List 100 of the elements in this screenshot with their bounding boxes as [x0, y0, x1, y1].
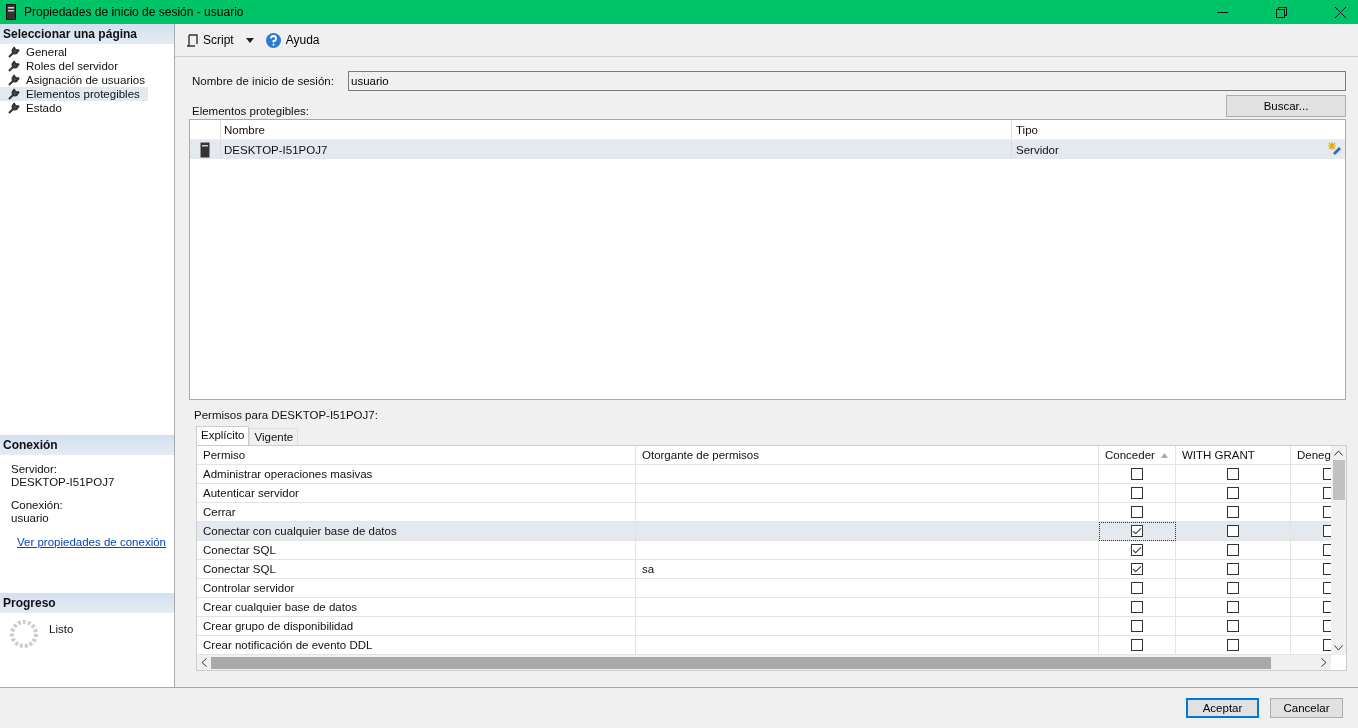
checkbox[interactable]	[1323, 525, 1331, 537]
section-header: Conexión	[0, 435, 174, 455]
table-row[interactable]: Crear grupo de disponibilidad	[197, 617, 1331, 636]
page-item[interactable]: Asignación de usuarios	[0, 73, 153, 87]
table-row[interactable]: Conectar SQL sa	[197, 560, 1331, 579]
ok-button[interactable]: Aceptar	[1186, 698, 1259, 718]
table-row[interactable]: Autenticar servidor	[197, 484, 1331, 503]
checkbox[interactable]	[1323, 639, 1331, 651]
cancel-button[interactable]: Cancelar	[1270, 698, 1343, 718]
checkbox[interactable]	[1131, 620, 1143, 632]
wrench-icon	[8, 60, 20, 72]
help-button[interactable]: Ayuda	[263, 30, 322, 50]
login-field[interactable]: usuario	[348, 71, 1346, 91]
table-cell: sa	[636, 560, 1099, 579]
scroll-thumb[interactable]	[1332, 460, 1345, 500]
checkbox[interactable]	[1323, 563, 1331, 575]
column-header[interactable]: Conceder	[1099, 446, 1176, 465]
window-title: Propiedades de inicio de sesión - usuario	[24, 5, 244, 19]
table-cell: Administrar operaciones masivas	[197, 465, 636, 484]
script-button[interactable]: Script	[184, 31, 236, 49]
table-cell: DESKTOP-I51POJ7	[221, 140, 1012, 159]
checkbox[interactable]	[1227, 620, 1239, 632]
wrench-icon	[8, 46, 20, 58]
login-label: Nombre de inicio de sesión:	[191, 75, 335, 87]
section-header: Progreso	[0, 593, 174, 613]
checkbox[interactable]	[1227, 468, 1239, 480]
checkbox[interactable]	[1227, 601, 1239, 613]
checkbox[interactable]	[1131, 506, 1143, 518]
column-header[interactable]: WITH GRANT	[1176, 446, 1291, 465]
checkbox[interactable]	[1323, 468, 1331, 480]
connection-value: usuario	[11, 512, 50, 525]
checkbox[interactable]	[1131, 639, 1143, 651]
checkbox[interactable]	[1323, 601, 1331, 613]
server-icon	[6, 4, 16, 20]
wrench-icon	[8, 74, 20, 86]
section-header: Seleccionar una página	[0, 24, 174, 44]
securables-label: Elementos protegibles:	[192, 105, 309, 117]
caret-icon[interactable]	[245, 37, 254, 43]
checkbox[interactable]	[1227, 525, 1239, 537]
scroll-left-icon[interactable]	[201, 658, 207, 667]
page-item[interactable]: General	[0, 45, 75, 59]
checkbox[interactable]	[1131, 544, 1143, 556]
column-header[interactable]: Otorgante de permisos	[636, 446, 1099, 465]
column-header[interactable]: Nombre	[221, 120, 1012, 139]
sort-arrow-icon	[1160, 452, 1168, 458]
table-cell: Crear grupo de disponibilidad	[197, 617, 636, 636]
table-cell: Conectar con cualquier base de datos	[197, 522, 636, 541]
checkbox[interactable]	[1131, 582, 1143, 594]
checkbox[interactable]	[1131, 487, 1143, 499]
close-icon[interactable]	[1335, 6, 1346, 18]
connection-label: Conexión:	[11, 499, 64, 512]
server-icon	[200, 141, 210, 158]
checkbox[interactable]	[1323, 487, 1331, 499]
sparkle-icon[interactable]	[1328, 142, 1342, 156]
restore-icon[interactable]	[1276, 6, 1287, 18]
wrench-icon	[8, 88, 20, 100]
vertical-scrollbar[interactable]	[1331, 446, 1346, 655]
spinner-icon	[9, 619, 39, 649]
checkbox[interactable]	[1131, 468, 1143, 480]
search-button[interactable]: Buscar...	[1226, 95, 1346, 117]
page-item[interactable]: Estado	[0, 101, 70, 115]
checkbox[interactable]	[1227, 506, 1239, 518]
checkbox[interactable]	[1227, 582, 1239, 594]
page-item[interactable]: Roles del servidor	[0, 59, 127, 73]
checkbox[interactable]	[1131, 601, 1143, 613]
wrench-icon	[8, 102, 20, 114]
scroll-down-icon[interactable]	[1334, 645, 1343, 651]
checkbox[interactable]	[1227, 544, 1239, 556]
table-cell: Conectar SQL	[197, 541, 636, 560]
table-cell: Autenticar servidor	[197, 484, 636, 503]
server-label: Servidor:	[11, 463, 59, 476]
table-row[interactable]: Conectar SQL	[197, 541, 1331, 560]
table-row[interactable]: Conectar con cualquier base de datos	[197, 522, 1331, 541]
tab[interactable]: Explícito	[196, 426, 250, 445]
checkbox[interactable]	[1323, 544, 1331, 556]
table-row[interactable]: Crear cualquier base de datos	[197, 598, 1331, 617]
table-row[interactable]: DESKTOP-I51POJ7 Servidor	[190, 140, 1345, 159]
checkbox[interactable]	[1227, 487, 1239, 499]
checkbox[interactable]	[1323, 620, 1331, 632]
checkbox[interactable]	[1227, 639, 1239, 651]
checkbox[interactable]	[1131, 525, 1143, 537]
column-header[interactable]: Permiso	[197, 446, 636, 465]
progress-status: Listo	[49, 623, 74, 635]
page-item[interactable]: Elementos protegibles	[0, 87, 148, 101]
table-cell: Conectar SQL	[197, 560, 636, 579]
server-value: DESKTOP-I51POJ7	[11, 476, 116, 489]
table-row[interactable]: Administrar operaciones masivas	[197, 465, 1331, 484]
checkbox[interactable]	[1131, 563, 1143, 575]
checkbox[interactable]	[1323, 582, 1331, 594]
scroll-thumb[interactable]	[211, 656, 1271, 669]
horizontal-scrollbar[interactable]	[197, 655, 1331, 670]
checkbox[interactable]	[1227, 563, 1239, 575]
column-header[interactable]: Tipo	[1012, 123, 1329, 136]
connection-properties-link[interactable]: Ver propiedades de conexión	[17, 536, 166, 548]
checkbox[interactable]	[1323, 506, 1331, 518]
scroll-up-icon[interactable]	[1334, 450, 1343, 456]
table-cell-text: Servidor	[1015, 143, 1060, 156]
scroll-right-icon[interactable]	[1321, 658, 1327, 667]
script-icon	[186, 33, 198, 47]
table-row[interactable]: Controlar servidor	[197, 579, 1331, 598]
